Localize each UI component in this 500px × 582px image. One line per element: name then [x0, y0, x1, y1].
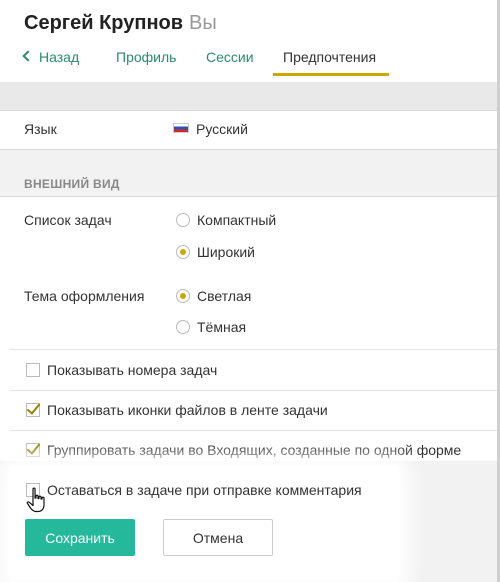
- tab-preferences[interactable]: Предпочтения: [283, 49, 376, 65]
- tab-profile[interactable]: Профиль: [116, 49, 176, 65]
- theme-label: Тема оформления: [24, 288, 145, 304]
- user-name: Сергей Крупнов: [24, 12, 184, 34]
- separator-strip: [0, 82, 500, 110]
- show-task-numbers-checkbox[interactable]: [26, 363, 40, 377]
- divider: [10, 390, 500, 391]
- page-title: Сергей Крупнов Вы: [24, 12, 217, 35]
- appearance-section-title: ВНЕШНИЙ ВИД: [24, 177, 120, 191]
- save-button[interactable]: Сохранить: [25, 519, 135, 556]
- group-inbox-checkbox[interactable]: [26, 443, 40, 457]
- divider: [10, 430, 500, 431]
- stay-in-task-label[interactable]: Оставаться в задаче при отправке коммент…: [47, 482, 362, 498]
- appearance-card: [0, 196, 500, 461]
- profile-header: Сергей Крупнов Вы Назад Профиль Сессии Пр…: [0, 0, 500, 82]
- task-list-compact-label[interactable]: Компактный: [197, 212, 276, 228]
- theme-light-radio[interactable]: [176, 289, 190, 303]
- task-list-wide-label[interactable]: Широкий: [197, 244, 255, 260]
- russia-flag-icon: [173, 123, 189, 133]
- language-label: Язык: [24, 121, 57, 137]
- back-label: Назад: [39, 49, 80, 65]
- theme-dark-radio[interactable]: [176, 320, 190, 334]
- preferences-panel: Сергей Крупнов Вы Назад Профиль Сессии Пр…: [0, 0, 500, 582]
- show-file-icons-checkbox[interactable]: [26, 403, 40, 417]
- cancel-button[interactable]: Отмена: [163, 519, 273, 556]
- back-link[interactable]: Назад: [22, 49, 80, 65]
- task-list-label: Список задач: [24, 212, 112, 228]
- language-row: [0, 110, 500, 150]
- theme-light-label[interactable]: Светлая: [197, 288, 251, 304]
- show-file-icons-label[interactable]: Показывать иконки файлов в ленте задачи: [47, 402, 328, 418]
- task-list-wide-radio[interactable]: [176, 245, 190, 259]
- you-label: Вы: [189, 12, 217, 34]
- show-task-numbers-label[interactable]: Показывать номера задач: [47, 362, 217, 378]
- theme-dark-label[interactable]: Тёмная: [197, 319, 246, 335]
- language-select[interactable]: Русский: [196, 121, 248, 137]
- tab-sessions[interactable]: Сессии: [206, 49, 254, 65]
- group-inbox-label[interactable]: Группировать задачи во Входящих, созданн…: [47, 442, 461, 458]
- hand-cursor-icon: [26, 487, 45, 513]
- chevron-left-icon: [22, 50, 34, 62]
- task-list-compact-radio[interactable]: [176, 213, 190, 227]
- active-tab-indicator: [273, 73, 389, 76]
- divider: [10, 349, 500, 350]
